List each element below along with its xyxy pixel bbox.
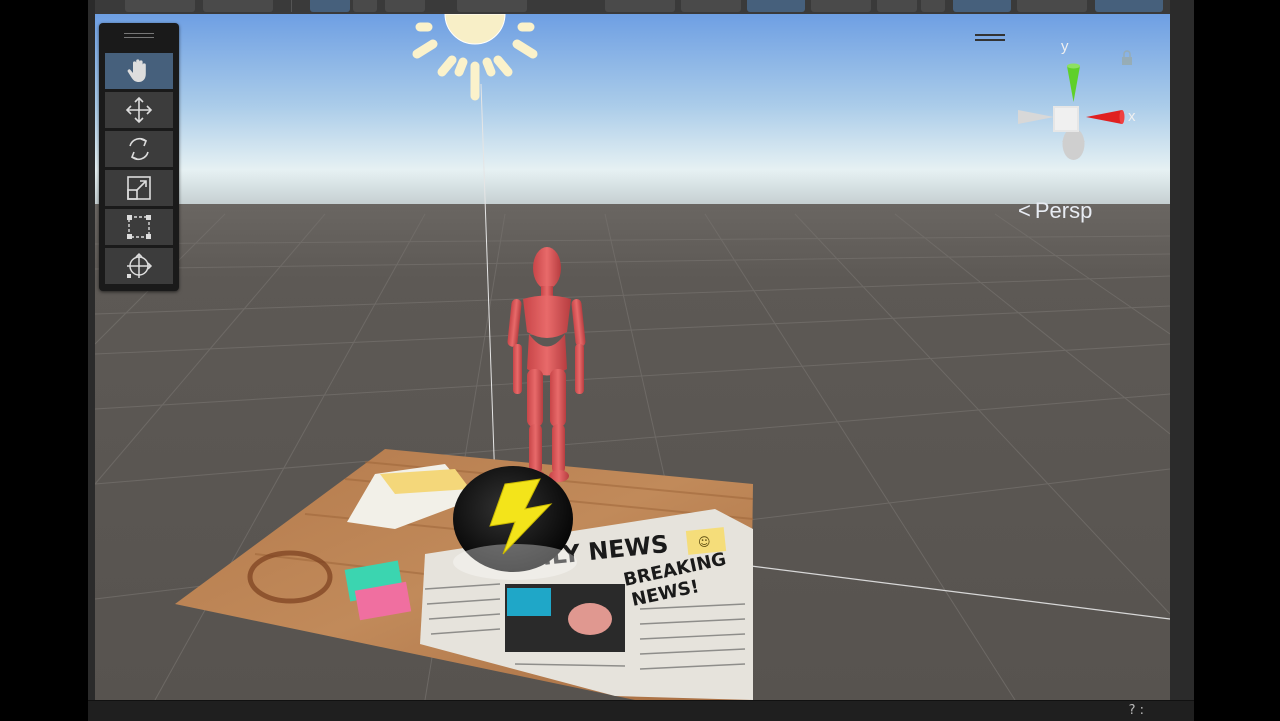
transform-icon [127,252,153,278]
toolbar-button-13[interactable] [953,0,1011,12]
window-frame-left [88,0,95,705]
sky [95,14,1170,214]
toolbar-button-5[interactable] [385,0,425,12]
rect-transform-icon [127,215,151,239]
scene-render: DAILY NEWS BREAKING NEWS! ☺ [95,14,1170,700]
chevron-left-icon: < [1018,198,1031,223]
svg-text:☺: ☺ [698,535,711,549]
drag-handle-icon[interactable] [124,33,154,41]
toolbar-button-8[interactable] [681,0,741,12]
move-tool-button[interactable] [105,92,173,128]
toolbar-button-6[interactable] [457,0,527,12]
rotate-icon [129,137,149,161]
gizmo-x-label: x [1128,108,1136,125]
gizmo-y-label: y [1061,38,1069,55]
toolbar-button-1[interactable] [125,0,195,12]
toolbar-button-3[interactable] [310,0,350,12]
rect-transform-tool-button[interactable] [105,209,173,245]
toolbar-button-12[interactable] [921,0,945,12]
toolbar-button-9[interactable] [747,0,805,12]
transform-tool-button[interactable] [105,248,173,284]
toolbar-button-2[interactable] [203,0,273,12]
bottom-bar-glyph: ? : [1128,703,1144,718]
projection-label: Persp [1034,198,1093,223]
hand-icon [127,59,146,82]
toolbar-button-15[interactable] [1095,0,1163,12]
scene-viewport[interactable]: DAILY NEWS BREAKING NEWS! ☺ [95,14,1170,700]
projection-toggle[interactable]: < Persp [1018,198,1092,224]
rotate-tool-button[interactable] [105,131,173,167]
toolbar-button-10[interactable] [811,0,871,12]
toolbar-button-14[interactable] [1017,0,1087,12]
hand-tool-button[interactable] [105,53,173,89]
tool-panel [99,23,179,291]
window-frame-right [1170,0,1194,705]
scale-icon [127,176,151,200]
scene-view-menu-icon[interactable] [975,34,1005,43]
toolbar-button-4[interactable] [353,0,377,12]
scene-toolbar [95,0,1170,15]
toolbar-button-11[interactable] [877,0,917,12]
scale-tool-button[interactable] [105,170,173,206]
right-margin [1194,0,1280,720]
orientation-gizmo[interactable]: y x [1010,38,1140,168]
bottom-bar: ? : [88,700,1194,721]
move-icon [125,96,153,124]
left-margin [0,0,88,720]
toolbar-button-7[interactable] [605,0,675,12]
